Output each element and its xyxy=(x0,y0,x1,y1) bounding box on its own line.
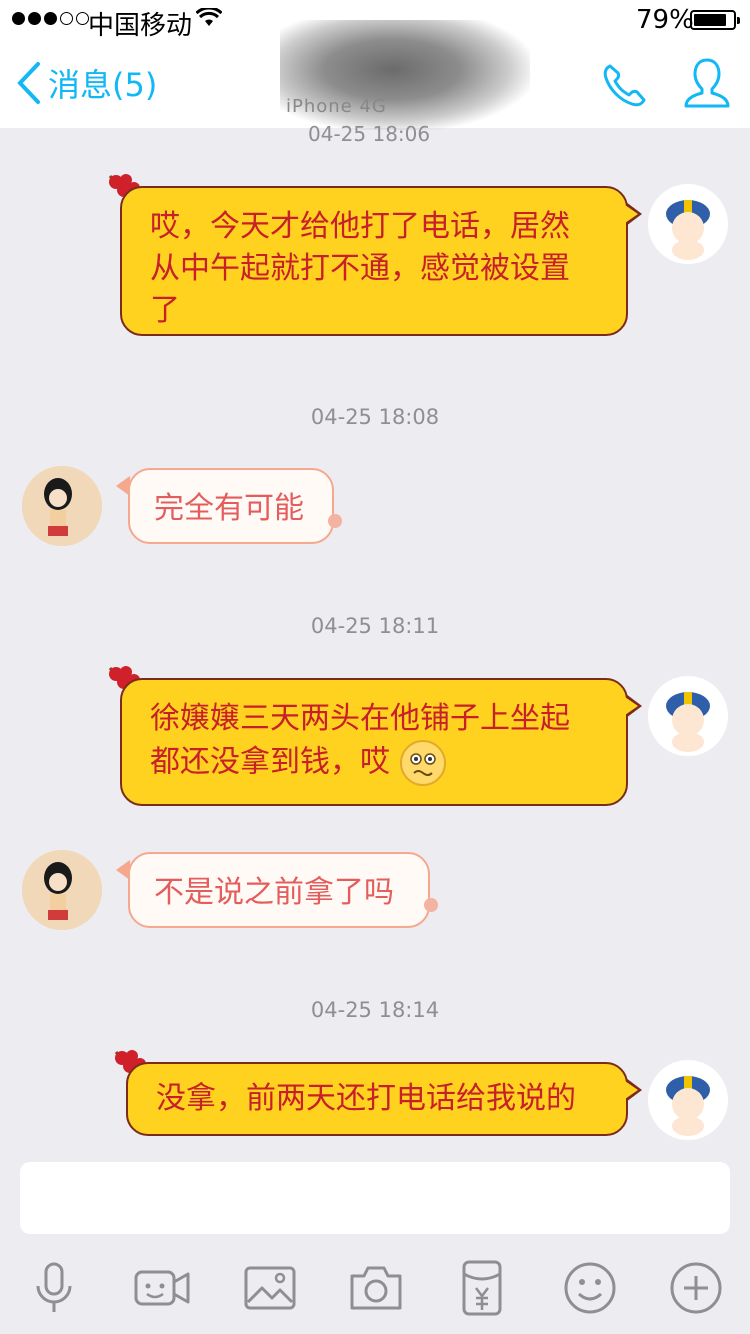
message-bubble-me[interactable]: 哎，今天才给他打了电话，居然 从中午起就打不通，感觉被设置 了 xyxy=(120,186,642,336)
contact-title: iPhone 4G 04-25 18:06 xyxy=(280,20,530,150)
timestamp: 04-25 18:08 xyxy=(310,405,440,429)
input-toolbar xyxy=(0,1250,750,1334)
message-text: 从中午起就打不通，感觉被设置 xyxy=(150,251,570,286)
worried-face-icon xyxy=(399,740,446,786)
back-button[interactable]: 消息(5) xyxy=(16,60,157,106)
phone-call-icon[interactable] xyxy=(600,60,650,110)
message-bubble-contact[interactable]: 不是说之前拿了吗 xyxy=(116,852,438,928)
signal-strength-icon xyxy=(12,12,89,25)
message-text: 哎，今天才给他打了电话，居然 xyxy=(150,209,570,244)
battery-icon xyxy=(690,10,740,30)
message-bubble-me[interactable]: 徐嬢嬢三天两头在他铺子上坐起 都还没拿到钱，哎 xyxy=(120,678,642,806)
avatar-me[interactable] xyxy=(648,676,728,756)
avatar-me[interactable] xyxy=(648,184,728,264)
message-text: 徐嬢嬢三天两头在他铺子上坐起 xyxy=(150,701,570,736)
chevron-left-icon xyxy=(17,62,40,104)
profile-icon[interactable] xyxy=(682,56,732,112)
video-call-icon[interactable] xyxy=(132,1258,192,1318)
top-bar: 中国移动 79% 消息(5) iPhone 4G 04-25 18:06 xyxy=(0,0,750,146)
back-label: 消息(5) xyxy=(48,66,158,104)
camera-icon[interactable] xyxy=(346,1258,406,1318)
contact-status: iPhone 4G xyxy=(286,96,387,117)
plus-icon[interactable] xyxy=(666,1258,726,1318)
timestamp: 04-25 18:11 xyxy=(310,614,440,638)
emoji-icon[interactable] xyxy=(560,1258,620,1318)
timestamp: 04-25 18:06 xyxy=(308,122,431,146)
avatar-contact[interactable] xyxy=(22,466,102,546)
microphone-icon[interactable] xyxy=(24,1258,84,1318)
carrier-name: 中国移动 xyxy=(88,11,193,41)
message-text: 不是说之前拿了吗 xyxy=(154,875,394,910)
message-bubble-me[interactable]: 没拿，前两天还打电话给我说的 xyxy=(126,1062,642,1136)
wifi-icon xyxy=(196,8,222,26)
avatar-contact[interactable] xyxy=(22,850,102,930)
image-icon[interactable] xyxy=(240,1258,300,1318)
message-text: 了 xyxy=(150,293,180,328)
message-text: 没拿，前两天还打电话给我说的 xyxy=(156,1081,576,1116)
timestamp: 04-25 18:14 xyxy=(310,998,440,1022)
message-input[interactable] xyxy=(20,1162,730,1234)
message-text: 都还没拿到钱，哎 xyxy=(150,744,390,780)
battery-percent: 79% xyxy=(636,5,694,35)
message-text: 完全有可能 xyxy=(154,491,304,526)
red-envelope-icon[interactable] xyxy=(452,1258,512,1318)
avatar-me[interactable] xyxy=(648,1060,728,1140)
message-bubble-contact[interactable]: 完全有可能 xyxy=(116,468,342,544)
